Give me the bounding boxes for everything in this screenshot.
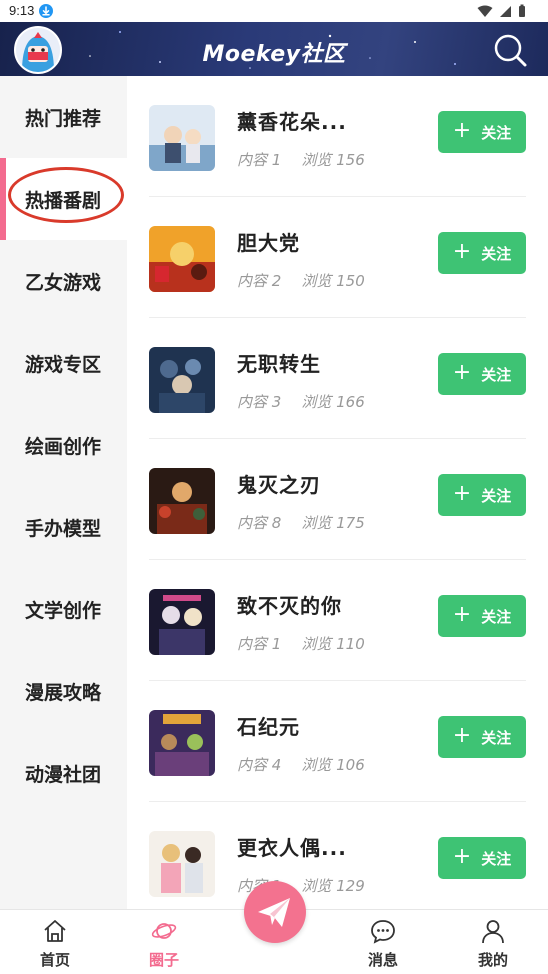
community-row[interactable]: 更衣人偶... 内容 1浏览 129 +关注	[127, 802, 548, 909]
sidebar-item-label: 文学创作	[25, 599, 102, 622]
sidebar-item-expo-guides[interactable]: 漫展攻略	[0, 650, 127, 732]
status-time: 9:13	[9, 3, 35, 18]
status-bar: 9:13	[0, 0, 548, 22]
sidebar-item-label: 乙女游戏	[25, 271, 102, 294]
nav-circle[interactable]: 圈子	[124, 910, 204, 974]
community-title: 无职转生	[237, 352, 321, 376]
signal-icon	[500, 5, 511, 17]
plus-icon: +	[452, 480, 472, 506]
sidebar-item-label: 热门推荐	[25, 107, 102, 130]
community-stats: 内容 4 浏览 106	[237, 754, 385, 775]
community-cover	[149, 105, 215, 171]
community-cover	[149, 831, 215, 897]
view-count: 浏览 166	[301, 393, 365, 411]
content-count: 内容 8	[237, 514, 282, 532]
nav-home[interactable]: 首页	[15, 910, 95, 974]
view-count: 浏览 106	[301, 756, 365, 774]
community-cover	[149, 347, 215, 413]
community-stats: 内容 8 浏览 175	[237, 512, 385, 533]
sidebar-item-anime-clubs[interactable]: 动漫社团	[0, 732, 127, 814]
wifi-icon	[477, 5, 493, 17]
paper-plane-icon	[258, 898, 290, 927]
nav-messages[interactable]: 消息	[343, 910, 423, 974]
community-list: 薰香花朵... 内容 1 浏览 156 + 关注 胆大党 内容 2 浏览 150 + 关…	[127, 76, 548, 909]
sidebar-item-literature[interactable]: 文学创作	[0, 568, 127, 650]
community-title: 致不灭的你	[237, 594, 342, 618]
community-stats: 内容 1 浏览 110	[237, 633, 385, 654]
community-stats: 内容 1 浏览 156	[237, 149, 385, 170]
community-row[interactable]: 致不灭的你 内容 1 浏览 110 + 关注	[127, 560, 548, 681]
community-cover	[149, 710, 215, 776]
view-count: 浏览 175	[301, 514, 365, 532]
community-title: 石纪元	[237, 715, 300, 739]
nav-circle-label: 圈子	[148, 951, 179, 969]
home-icon	[44, 920, 66, 942]
content-count: 内容 3	[237, 393, 282, 411]
view-count: 浏览 156	[301, 151, 365, 169]
follow-button[interactable]: + 关注	[438, 595, 526, 637]
download-icon	[39, 4, 53, 18]
plus-icon: +	[452, 843, 472, 869]
battery-icon	[519, 4, 525, 17]
follow-button[interactable]: + 关注	[438, 716, 526, 758]
sidebar-item-hot[interactable]: 热门推荐	[0, 76, 127, 158]
community-row[interactable]: 薰香花朵... 内容 1 浏览 156 + 关注	[127, 76, 548, 197]
nav-mine-label: 我的	[477, 951, 508, 969]
sidebar-item-label: 漫展攻略	[25, 681, 102, 704]
sidebar-item-label: 手办模型	[25, 517, 102, 540]
annotation-circle	[8, 167, 124, 223]
post-button[interactable]	[244, 881, 306, 943]
content-count: 内容 2	[237, 272, 282, 290]
community-title: 胆大党	[237, 231, 300, 255]
plus-icon: +	[452, 117, 472, 143]
planet-icon	[151, 923, 177, 939]
plus-icon: +	[452, 359, 472, 385]
sidebar-item-label: 游戏专区	[25, 353, 102, 376]
sidebar-item-label: 绘画创作	[25, 435, 102, 458]
chat-bubble-icon	[371, 920, 395, 944]
page-title: Moekey社区	[202, 42, 346, 67]
follow-button[interactable]: + 关注	[438, 353, 526, 395]
status-icons	[477, 4, 526, 18]
sidebar-item-label: 动漫社团	[25, 763, 102, 786]
search-button[interactable]	[492, 32, 528, 68]
content-count: 内容 1	[237, 151, 282, 169]
nav-mine[interactable]: 我的	[453, 910, 533, 974]
community-title: 薰香花朵...	[237, 110, 347, 134]
community-cover	[149, 226, 215, 292]
plus-icon: +	[452, 601, 472, 627]
content-count: 内容 4	[237, 756, 282, 774]
plus-icon: +	[452, 238, 472, 264]
follow-button[interactable]: + 关注	[438, 474, 526, 516]
sidebar-item-otome-games[interactable]: 乙女游戏	[0, 240, 127, 322]
view-count: 浏览 150	[301, 272, 365, 290]
community-row[interactable]: 胆大党 内容 2 浏览 150 + 关注	[127, 197, 548, 318]
nav-messages-label: 消息	[367, 951, 398, 969]
community-row[interactable]: 鬼灭之刃 内容 8 浏览 175 + 关注	[127, 439, 548, 560]
follow-button[interactable]: + 关注	[438, 837, 526, 879]
view-count: 浏览 129	[301, 877, 365, 895]
sidebar-item-drawing[interactable]: 绘画创作	[0, 404, 127, 486]
follow-button[interactable]: + 关注	[438, 111, 526, 153]
community-title: 鬼灭之刃	[237, 473, 321, 497]
user-icon	[482, 920, 504, 944]
sidebar-item-games[interactable]: 游戏专区	[0, 322, 127, 404]
content-count: 内容 1	[237, 635, 282, 653]
community-row[interactable]: 石纪元 内容 4 浏览 106 + 关注	[127, 681, 548, 802]
community-cover	[149, 589, 215, 655]
sidebar-item-figures[interactable]: 手办模型	[0, 486, 127, 568]
community-row[interactable]: 无职转生 内容 3 浏览 166 + 关注	[127, 318, 548, 439]
community-stats: 内容 2 浏览 150	[237, 270, 385, 291]
community-stats: 内容 3 浏览 166	[237, 391, 385, 412]
search-icon	[494, 34, 527, 67]
nav-home-label: 首页	[39, 951, 70, 969]
plus-icon: +	[452, 722, 472, 748]
view-count: 浏览 110	[301, 635, 365, 653]
follow-button[interactable]: + 关注	[438, 232, 526, 274]
app-header: Moekey社区	[0, 22, 548, 76]
community-title: 更衣人偶...	[237, 836, 347, 860]
community-cover	[149, 468, 215, 534]
